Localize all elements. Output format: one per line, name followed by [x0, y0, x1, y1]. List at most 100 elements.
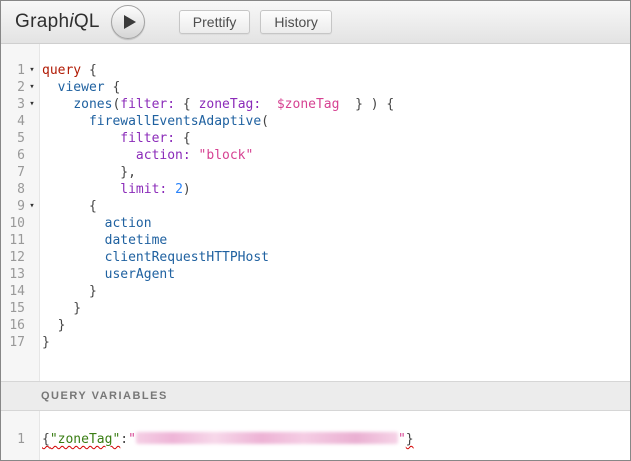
line-number: 5: [1, 130, 25, 147]
fold-spacer: [25, 334, 39, 351]
code-token: },: [42, 165, 136, 180]
fold-spacer: [25, 130, 39, 147]
code-token: filter:: [120, 131, 175, 146]
gutter: 8: [1, 181, 40, 198]
code-token: }: [42, 318, 65, 333]
code-line[interactable]: 1▾query {: [1, 62, 630, 79]
code-token: limit:: [120, 182, 167, 197]
code-line[interactable]: 5 filter: {: [1, 130, 630, 147]
code-line[interactable]: 13 userAgent: [1, 266, 630, 283]
code-line[interactable]: 14 }: [1, 283, 630, 300]
line-number: 6: [1, 147, 25, 164]
fold-spacer: [25, 249, 39, 266]
gutter: 10: [1, 215, 40, 232]
code-line[interactable]: 17}: [1, 334, 630, 351]
code-line[interactable]: 1{"zoneTag":""}: [1, 431, 630, 448]
code-token: action:: [136, 148, 191, 163]
code-text: }: [40, 283, 97, 300]
gutter: 3▾: [1, 96, 40, 113]
code-text: {"zoneTag":""}: [40, 431, 414, 448]
fold-spacer: [25, 232, 39, 249]
code-token: datetime: [105, 233, 168, 248]
variables-editor[interactable]: 1{"zoneTag":""}: [1, 411, 630, 460]
gutter: 12: [1, 249, 40, 266]
code-token: {: [105, 80, 121, 95]
code-line[interactable]: 4 firewallEventsAdaptive(: [1, 113, 630, 130]
code-token: [42, 233, 105, 248]
code-line[interactable]: 2▾ viewer {: [1, 79, 630, 96]
code-token: [42, 131, 120, 146]
code-token: }: [406, 432, 414, 447]
fold-spacer: [25, 317, 39, 334]
fold-arrow-icon[interactable]: ▾: [25, 79, 39, 96]
code-token: zoneTag:: [199, 97, 262, 112]
gutter: 6: [1, 147, 40, 164]
fold-spacer: [25, 113, 39, 130]
code-text: }: [40, 317, 65, 334]
code-token: ): [183, 182, 191, 197]
code-token: [42, 80, 58, 95]
code-token: {: [175, 131, 191, 146]
code-line[interactable]: 16 }: [1, 317, 630, 334]
code-text: }: [40, 334, 50, 351]
gutter: 16: [1, 317, 40, 334]
code-token: :: [120, 432, 128, 447]
fold-arrow-icon[interactable]: ▾: [25, 62, 39, 79]
code-token: [191, 148, 199, 163]
code-text: action: "block": [40, 147, 253, 164]
gutter: 1: [1, 431, 40, 448]
code-text: userAgent: [40, 266, 175, 283]
code-line[interactable]: 12 clientRequestHTTPHost: [1, 249, 630, 266]
gutter: 15: [1, 300, 40, 317]
code-token: [167, 182, 175, 197]
code-text: {: [40, 198, 97, 215]
code-token: query: [42, 63, 81, 78]
fold-arrow-icon[interactable]: ▾: [25, 96, 39, 113]
code-token: {: [175, 97, 198, 112]
code-token: "block": [199, 148, 254, 163]
code-text: zones(filter: { zoneTag: $zoneTag } ) {: [40, 96, 394, 113]
code-token: [42, 216, 105, 231]
line-number: 15: [1, 300, 25, 317]
execute-query-button[interactable]: [111, 5, 145, 39]
gutter: 7: [1, 164, 40, 181]
toolbar: GraphiQL Prettify History: [1, 1, 630, 44]
fold-spacer: [25, 266, 39, 283]
code-token: [42, 97, 73, 112]
code-line[interactable]: 7 },: [1, 164, 630, 181]
gutter: 14: [1, 283, 40, 300]
fold-spacer: [25, 147, 39, 164]
logo-text-suffix: QL: [74, 11, 100, 32]
code-token: 2: [175, 182, 183, 197]
code-token: [261, 97, 277, 112]
line-number: 7: [1, 164, 25, 181]
code-line[interactable]: 11 datetime: [1, 232, 630, 249]
query-variables-header[interactable]: QUERY VARIABLES: [1, 381, 630, 411]
code-line[interactable]: 10 action: [1, 215, 630, 232]
fold-spacer: [25, 164, 39, 181]
code-text: firewallEventsAdaptive(: [40, 113, 269, 130]
code-line[interactable]: 3▾ zones(filter: { zoneTag: $zoneTag } )…: [1, 96, 630, 113]
code-line[interactable]: 9▾ {: [1, 198, 630, 215]
code-line[interactable]: 8 limit: 2): [1, 181, 630, 198]
code-token: {: [42, 432, 50, 447]
fold-arrow-icon[interactable]: ▾: [25, 198, 39, 215]
history-button[interactable]: History: [260, 10, 332, 34]
code-text: limit: 2): [40, 181, 191, 198]
code-token: [42, 114, 89, 129]
redacted-value: [136, 432, 398, 444]
code-token: [42, 250, 105, 265]
code-token: filter:: [120, 97, 175, 112]
code-token: firewallEventsAdaptive: [89, 114, 261, 129]
fold-spacer: [25, 181, 39, 198]
code-token: ": [128, 432, 136, 447]
line-number: 10: [1, 215, 25, 232]
query-editor[interactable]: 1▾query {2▾ viewer {3▾ zones(filter: { z…: [1, 44, 630, 381]
prettify-button[interactable]: Prettify: [179, 10, 251, 34]
code-line[interactable]: 15 }: [1, 300, 630, 317]
code-line[interactable]: 6 action: "block": [1, 147, 630, 164]
fold-spacer: [25, 283, 39, 300]
gutter: 13: [1, 266, 40, 283]
fold-spacer: [25, 215, 39, 232]
code-token: ": [398, 432, 406, 447]
